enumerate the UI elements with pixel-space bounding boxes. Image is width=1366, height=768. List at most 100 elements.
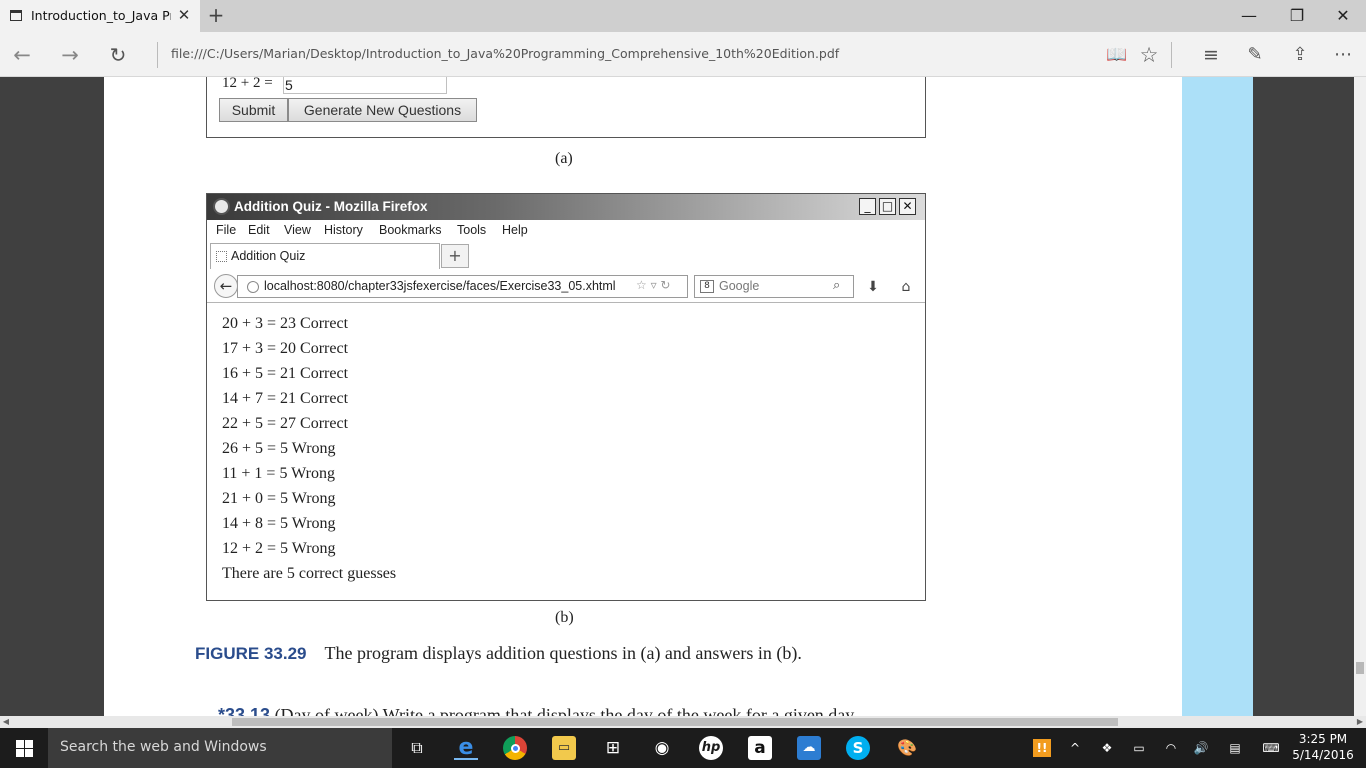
new-tab-button[interactable]: + bbox=[206, 4, 226, 28]
more-icon[interactable]: ⋯ bbox=[1329, 41, 1357, 69]
notification-badge-icon[interactable]: !! bbox=[1033, 739, 1051, 757]
horizontal-scroll-thumb[interactable] bbox=[232, 718, 1118, 726]
search-engine-icon[interactable]: 8 bbox=[700, 280, 714, 293]
hub-icon[interactable]: ≡ bbox=[1197, 41, 1225, 69]
globe-icon bbox=[247, 281, 259, 293]
edge-icon[interactable]: e bbox=[454, 736, 478, 760]
firefox-window-title: Addition Quiz - Mozilla Firefox bbox=[234, 199, 428, 214]
pdf-page: 12 + 2 = 5 Submit Generate New Questions… bbox=[104, 77, 1182, 716]
firefox-url-text: localhost:8080/chapter33jsfexercise/face… bbox=[264, 279, 616, 293]
firefox-search-field[interactable]: 8 Google ⌕ bbox=[694, 275, 854, 298]
amazon-icon[interactable]: a bbox=[748, 736, 772, 760]
menu-history[interactable]: History bbox=[324, 223, 363, 237]
address-input[interactable]: file:///C:/Users/Marian/Desktop/Introduc… bbox=[171, 46, 839, 61]
result-line: 16 + 5 = 21 Correct bbox=[222, 365, 349, 382]
web-note-icon[interactable]: ✎ bbox=[1241, 41, 1269, 69]
home-icon[interactable]: ⌂ bbox=[896, 277, 916, 297]
battery-icon[interactable]: ▭ bbox=[1130, 739, 1148, 757]
result-line: 12 + 2 = 5 Wrong bbox=[222, 540, 336, 557]
document-margin-left bbox=[0, 77, 104, 716]
result-line: 17 + 3 = 20 Correct bbox=[222, 340, 349, 357]
forward-icon[interactable]: → bbox=[56, 41, 84, 69]
menu-edit[interactable]: Edit bbox=[248, 223, 270, 237]
page-edge-band bbox=[1182, 77, 1253, 716]
system-clock[interactable]: 3:25 PM 5/14/2016 bbox=[1292, 731, 1354, 763]
photos-icon[interactable]: ☁ bbox=[797, 736, 821, 760]
app-circle-icon[interactable]: ◉ bbox=[650, 736, 674, 760]
toolbar-separator bbox=[1171, 42, 1172, 68]
firefox-logo-icon bbox=[213, 198, 230, 215]
figure-caption-text: The program displays addition questions … bbox=[324, 643, 802, 663]
minimize-button[interactable]: — bbox=[1234, 4, 1264, 28]
firefox-minimize-icon[interactable]: _ bbox=[859, 198, 876, 215]
firefox-back-icon[interactable]: ← bbox=[214, 274, 238, 298]
result-line: 11 + 1 = 5 Wrong bbox=[222, 465, 335, 482]
result-line: 21 + 0 = 5 Wrong bbox=[222, 490, 336, 507]
page-icon bbox=[10, 10, 22, 21]
result-line: 26 + 5 = 5 Wrong bbox=[222, 440, 336, 457]
paint-icon[interactable]: 🎨 bbox=[895, 736, 919, 760]
figure-a-window: 12 + 2 = 5 Submit Generate New Questions bbox=[206, 77, 926, 138]
firefox-close-icon[interactable]: ✕ bbox=[899, 198, 916, 215]
file-explorer-icon[interactable]: ▭ bbox=[552, 736, 576, 760]
menu-help[interactable]: Help bbox=[502, 223, 528, 237]
menu-bookmarks[interactable]: Bookmarks bbox=[379, 223, 442, 237]
firefox-new-tab-button[interactable]: + bbox=[441, 244, 469, 268]
firefox-tab[interactable]: Addition Quiz bbox=[210, 243, 440, 269]
firefox-title-bar: Addition Quiz - Mozilla Firefox _ □ ✕ bbox=[207, 194, 925, 220]
firefox-url-field[interactable]: localhost:8080/chapter33jsfexercise/face… bbox=[237, 275, 688, 298]
start-button[interactable] bbox=[0, 728, 48, 768]
tab-close-icon[interactable]: ✕ bbox=[176, 6, 192, 24]
caption-a: (a) bbox=[555, 150, 573, 167]
skype-icon[interactable]: S bbox=[846, 736, 870, 760]
wifi-icon[interactable]: ◠ bbox=[1162, 739, 1180, 757]
browser-tab[interactable]: Introduction_to_Java Prc ✕ bbox=[0, 0, 200, 32]
result-line: 22 + 5 = 27 Correct bbox=[222, 415, 349, 432]
download-icon[interactable]: ⬇ bbox=[863, 277, 883, 297]
figure-caption: FIGURE 33.29 The program displays additio… bbox=[195, 643, 802, 664]
vertical-scroll-thumb[interactable] bbox=[1356, 662, 1364, 674]
reading-view-icon[interactable]: 📖 bbox=[1103, 41, 1131, 69]
tab-strip: Introduction_to_Java Prc ✕ + — ❐ ✕ bbox=[0, 0, 1366, 32]
store-icon[interactable]: ⊞ bbox=[601, 736, 625, 760]
chevron-up-icon[interactable]: ^ bbox=[1066, 739, 1084, 757]
vertical-scrollbar[interactable] bbox=[1354, 77, 1366, 716]
hp-icon[interactable]: hp bbox=[699, 736, 723, 760]
action-center-icon[interactable]: ▤ bbox=[1226, 739, 1244, 757]
document-margin-right bbox=[1253, 77, 1354, 716]
dropbox-icon[interactable]: ❖ bbox=[1098, 739, 1116, 757]
generate-questions-button[interactable]: Generate New Questions bbox=[288, 98, 477, 122]
menu-view[interactable]: View bbox=[284, 223, 311, 237]
volume-icon[interactable]: 🔊 bbox=[1192, 739, 1210, 757]
firefox-tab-row: Addition Quiz + bbox=[207, 242, 925, 270]
scroll-right-icon[interactable]: ▶ bbox=[1354, 716, 1366, 728]
keyboard-icon[interactable]: ⌨ bbox=[1258, 739, 1284, 757]
firefox-navigation-bar: ← localhost:8080/chapter33jsfexercise/fa… bbox=[207, 270, 925, 303]
figure-b-firefox-window: Addition Quiz - Mozilla Firefox _ □ ✕ Fi… bbox=[206, 193, 926, 601]
submit-button[interactable]: Submit bbox=[219, 98, 288, 122]
back-icon[interactable]: ← bbox=[8, 41, 36, 69]
favorite-star-icon[interactable]: ☆ bbox=[1135, 41, 1163, 69]
firefox-search-placeholder: Google bbox=[719, 279, 760, 293]
search-icon[interactable]: ⌕ bbox=[833, 278, 840, 293]
answer-input[interactable]: 5 bbox=[283, 77, 447, 94]
share-icon[interactable]: ⇪ bbox=[1286, 41, 1314, 69]
tab-title: Introduction_to_Java Prc bbox=[31, 8, 171, 23]
taskbar: Search the web and Windows ⧉ e ▭ ⊞ ◉ hp … bbox=[0, 728, 1366, 768]
scroll-left-icon[interactable]: ◀ bbox=[0, 716, 12, 728]
refresh-icon[interactable]: ↻ bbox=[104, 41, 132, 69]
task-view-icon[interactable]: ⧉ bbox=[405, 736, 429, 760]
address-separator bbox=[157, 42, 158, 68]
menu-tools[interactable]: Tools bbox=[457, 223, 486, 237]
bookmark-star-icon[interactable]: ☆ ▿ ↻ bbox=[636, 278, 670, 292]
horizontal-scrollbar[interactable]: ◀ ▶ bbox=[0, 716, 1366, 728]
restore-button[interactable]: ❐ bbox=[1282, 4, 1312, 28]
firefox-maximize-icon[interactable]: □ bbox=[879, 198, 896, 215]
taskbar-search-input[interactable]: Search the web and Windows bbox=[48, 728, 392, 768]
chrome-icon[interactable] bbox=[503, 736, 527, 760]
quiz-results: 20 + 3 = 23 Correct 17 + 3 = 20 Correct … bbox=[222, 314, 396, 589]
menu-file[interactable]: File bbox=[216, 223, 236, 237]
close-window-button[interactable]: ✕ bbox=[1328, 4, 1358, 28]
result-line: 14 + 8 = 5 Wrong bbox=[222, 515, 336, 532]
clock-time: 3:25 PM bbox=[1298, 732, 1348, 746]
